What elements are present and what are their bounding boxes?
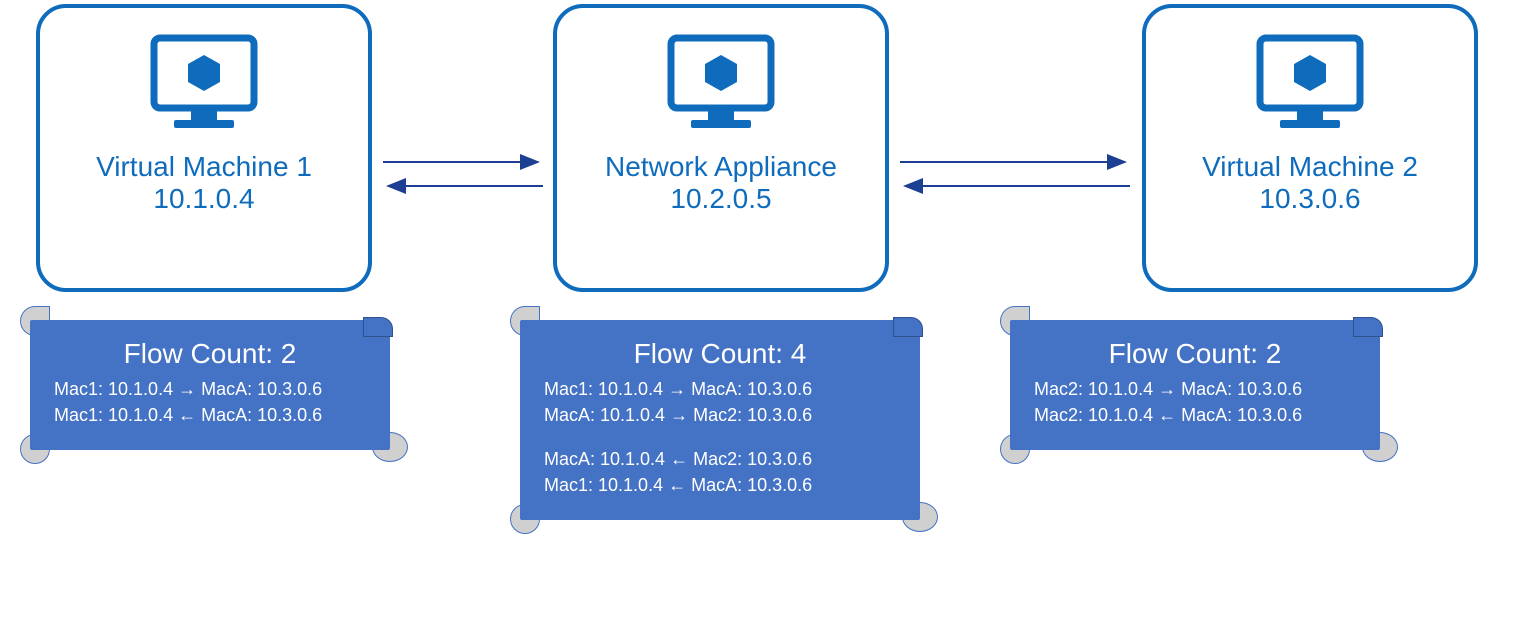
flow-line: Mac2: 10.1.0.4 → MacA: 10.3.0.6 (1034, 376, 1356, 402)
flow-line: Mac1: 10.1.0.4 ← MacA: 10.3.0.6 (54, 402, 366, 428)
flow-panel-vm2: Flow Count: 2 Mac2: 10.1.0.4 → MacA: 10.… (1010, 320, 1380, 450)
network-appliance-box: Network Appliance 10.2.0.5 (553, 4, 889, 292)
arrows-vm1-na (378, 150, 548, 200)
vm-icon (1250, 28, 1370, 138)
vm1-title: Virtual Machine 1 (50, 151, 358, 183)
flow-line: Mac1: 10.1.0.4 → MacA: 10.3.0.6 (54, 376, 366, 402)
flow-line: Mac1: 10.1.0.4 ← MacA: 10.3.0.6 (544, 472, 896, 498)
vm2-box: Virtual Machine 2 10.3.0.6 (1142, 4, 1478, 292)
vm2-title: Virtual Machine 2 (1156, 151, 1464, 183)
flow-title: Flow Count: 4 (544, 338, 896, 370)
flow-title: Flow Count: 2 (54, 338, 366, 370)
arrows-na-vm2 (895, 150, 1135, 200)
na-ip: 10.2.0.5 (567, 183, 875, 215)
vm2-ip: 10.3.0.6 (1156, 183, 1464, 215)
flow-line: MacA: 10.1.0.4 → Mac2: 10.3.0.6 (544, 402, 896, 428)
na-title: Network Appliance (567, 151, 875, 183)
flow-line: Mac2: 10.1.0.4 ← MacA: 10.3.0.6 (1034, 402, 1356, 428)
flow-line: Mac1: 10.1.0.4 → MacA: 10.3.0.6 (544, 376, 896, 402)
vm-icon (661, 28, 781, 138)
vm1-ip: 10.1.0.4 (50, 183, 358, 215)
vm1-box: Virtual Machine 1 10.1.0.4 (36, 4, 372, 292)
vm-icon (144, 28, 264, 138)
flow-line: MacA: 10.1.0.4 ← Mac2: 10.3.0.6 (544, 446, 896, 472)
flow-panel-na: Flow Count: 4 Mac1: 10.1.0.4 → MacA: 10.… (520, 320, 920, 520)
flow-panel-vm1: Flow Count: 2 Mac1: 10.1.0.4 → MacA: 10.… (30, 320, 390, 450)
flow-title: Flow Count: 2 (1034, 338, 1356, 370)
